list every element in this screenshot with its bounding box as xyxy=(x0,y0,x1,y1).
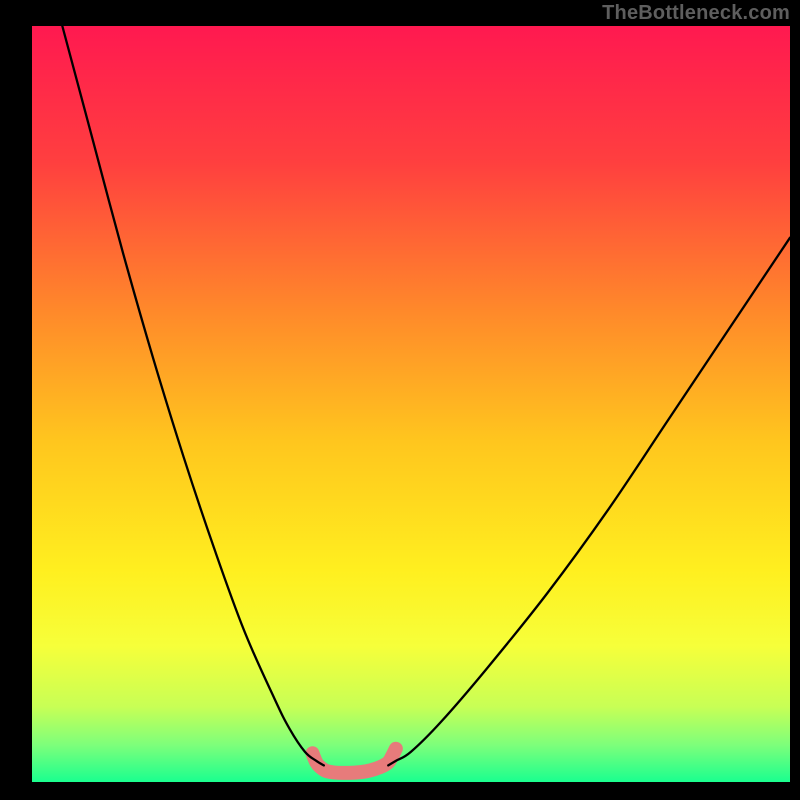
bottleneck-chart xyxy=(0,0,800,800)
gradient-background xyxy=(32,26,790,782)
chart-frame: TheBottleneck.com xyxy=(0,0,800,800)
